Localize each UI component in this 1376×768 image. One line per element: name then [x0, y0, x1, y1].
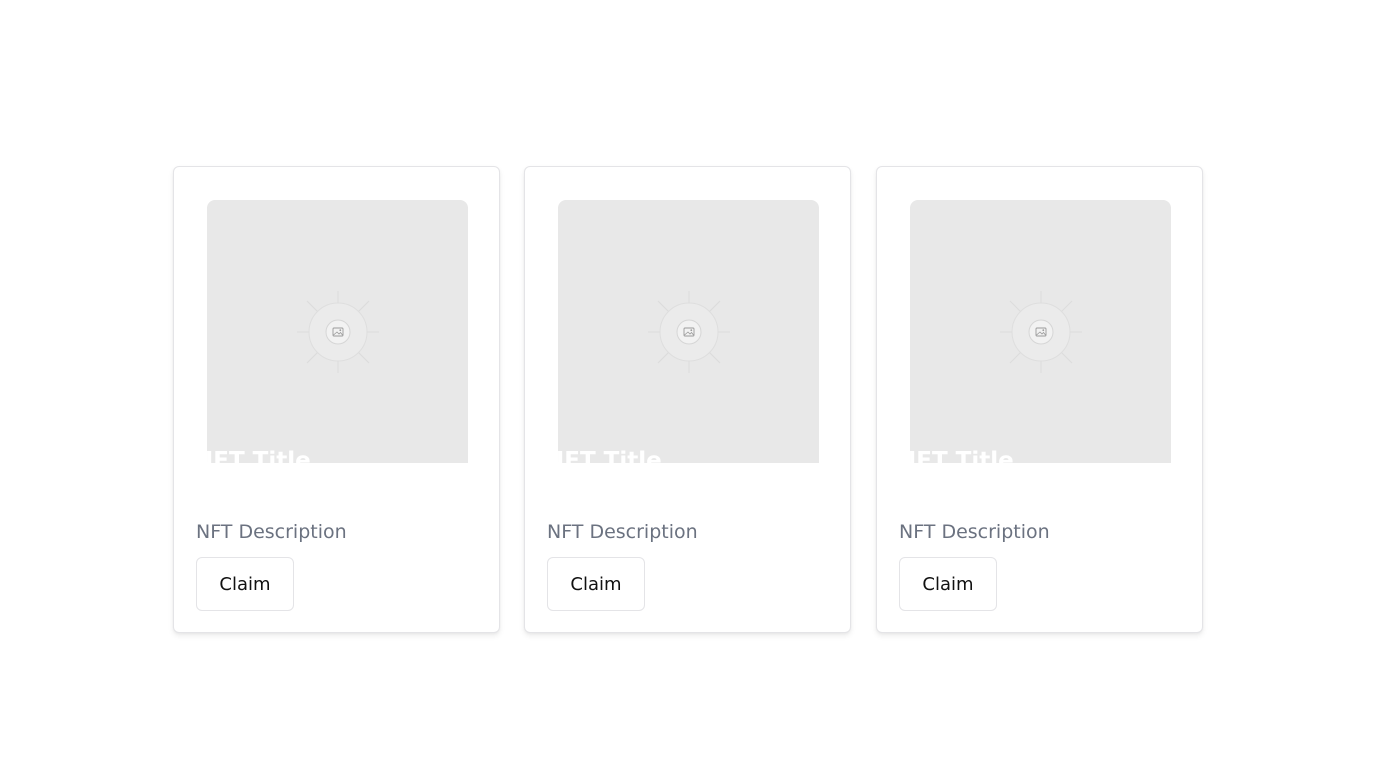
image-placeholder-icon: [647, 290, 730, 373]
nft-card-grid: NFT Title NFT Description Claim NFT Titl…: [0, 0, 1376, 768]
nft-image-placeholder: [207, 200, 468, 463]
nft-card: NFT Title NFT Description Claim: [173, 166, 500, 633]
image-placeholder-icon: [999, 290, 1082, 373]
claim-button[interactable]: Claim: [547, 557, 645, 611]
nft-card: NFT Title NFT Description Claim: [524, 166, 851, 633]
nft-description: NFT Description: [899, 521, 1050, 543]
claim-button[interactable]: Claim: [196, 557, 294, 611]
nft-card: NFT Title NFT Description Claim: [876, 166, 1203, 633]
nft-description: NFT Description: [547, 521, 698, 543]
nft-description: NFT Description: [196, 521, 347, 543]
nft-image-placeholder: [558, 200, 819, 463]
nft-image-placeholder: [910, 200, 1171, 463]
claim-button[interactable]: Claim: [899, 557, 997, 611]
image-placeholder-icon: [296, 290, 379, 373]
